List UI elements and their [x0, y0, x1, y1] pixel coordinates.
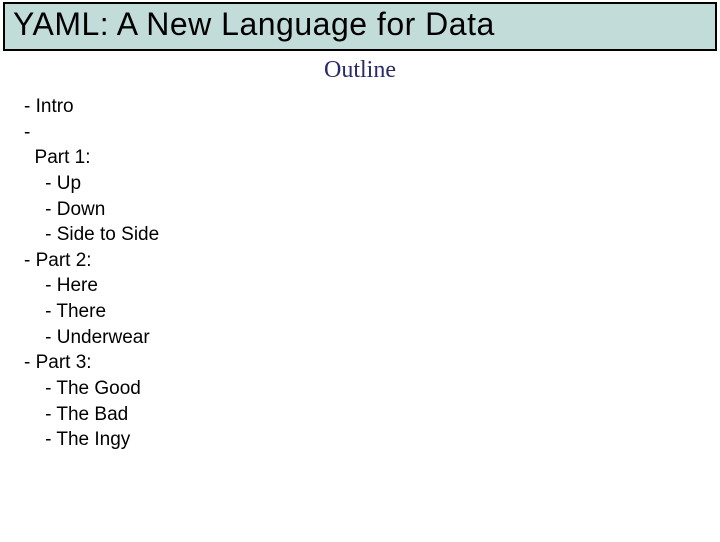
slide-subtitle: Outline	[0, 57, 720, 84]
slide-title: YAML: A New Language for Data	[13, 6, 707, 43]
title-bar: YAML: A New Language for Data	[3, 2, 717, 51]
outline-content: - Intro - Part 1: - Up - Down - Side to …	[0, 94, 720, 453]
